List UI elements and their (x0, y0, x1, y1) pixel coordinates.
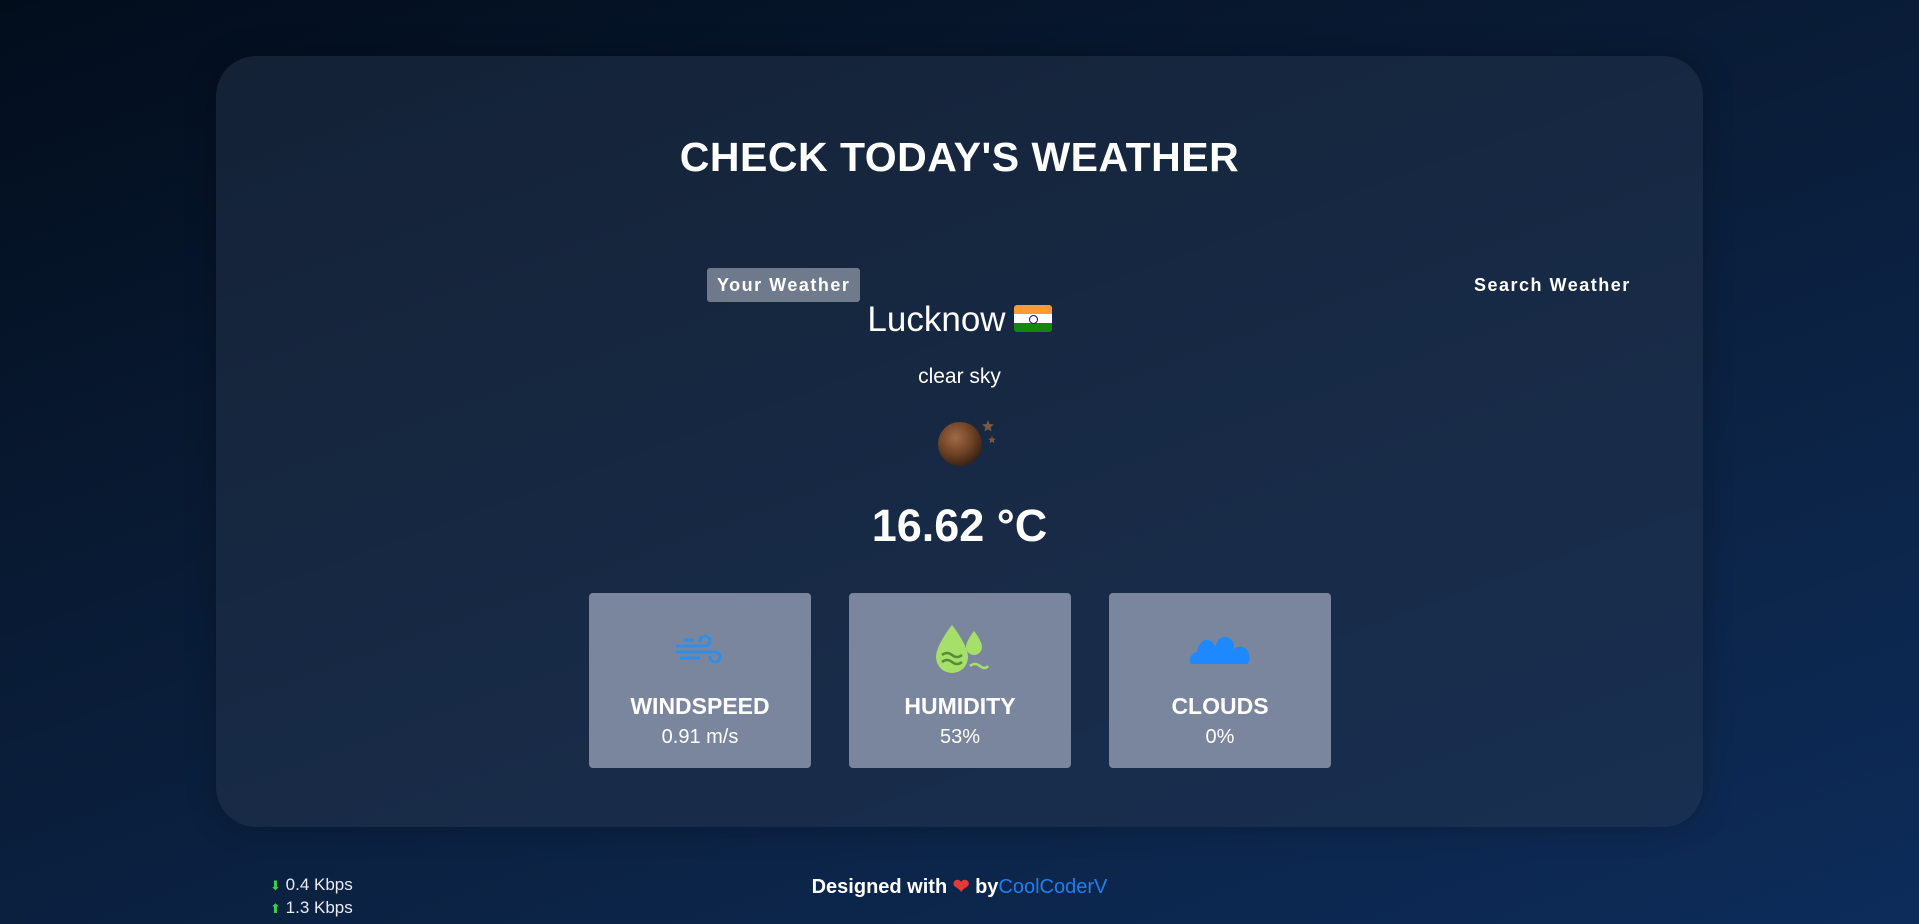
heart-icon: ❤ (952, 876, 970, 898)
author-link[interactable]: CoolCoderV (998, 876, 1107, 898)
humidity-card: HUMIDITY 53% (849, 593, 1071, 768)
city-name: Lucknow (0, 300, 1919, 340)
upload-arrow-icon: ⬆ (270, 901, 281, 916)
footer-prefix: Designed with (811, 876, 948, 898)
upload-speed: ⬆ 1.3 Kbps (270, 897, 353, 920)
windspeed-card: WINDSPEED 0.91 m/s (589, 593, 811, 768)
upload-speed-value: 1.3 Kbps (285, 898, 353, 917)
humidity-value: 53% (939, 726, 981, 748)
wind-icon (589, 621, 811, 681)
tab-search-weather[interactable]: Search Weather (1464, 268, 1641, 302)
windspeed-value: 0.91 m/s (661, 726, 739, 748)
tab-your-weather[interactable]: Your Weather (707, 268, 861, 302)
weather-description: clear sky (918, 365, 1001, 388)
city-label: Lucknow (867, 300, 1006, 339)
windspeed-label: WINDSPEED (630, 693, 770, 719)
clear-night-icon (932, 414, 1002, 470)
clouds-label: CLOUDS (1171, 693, 1269, 719)
footer: Designed with ❤ byCoolCoderV (0, 874, 1919, 899)
clouds-value: 0% (1205, 726, 1235, 748)
india-flag-icon (1013, 305, 1052, 333)
clouds-icon (1109, 621, 1331, 681)
temperature-value: 16.62 °C (871, 500, 1048, 551)
clouds-card: CLOUDS 0% (1109, 593, 1331, 768)
footer-by: by (975, 876, 999, 898)
humidity-label: HUMIDITY (904, 693, 1016, 719)
humidity-icon (849, 621, 1071, 681)
page-title: CHECK TODAY'S WEATHER (679, 134, 1240, 180)
